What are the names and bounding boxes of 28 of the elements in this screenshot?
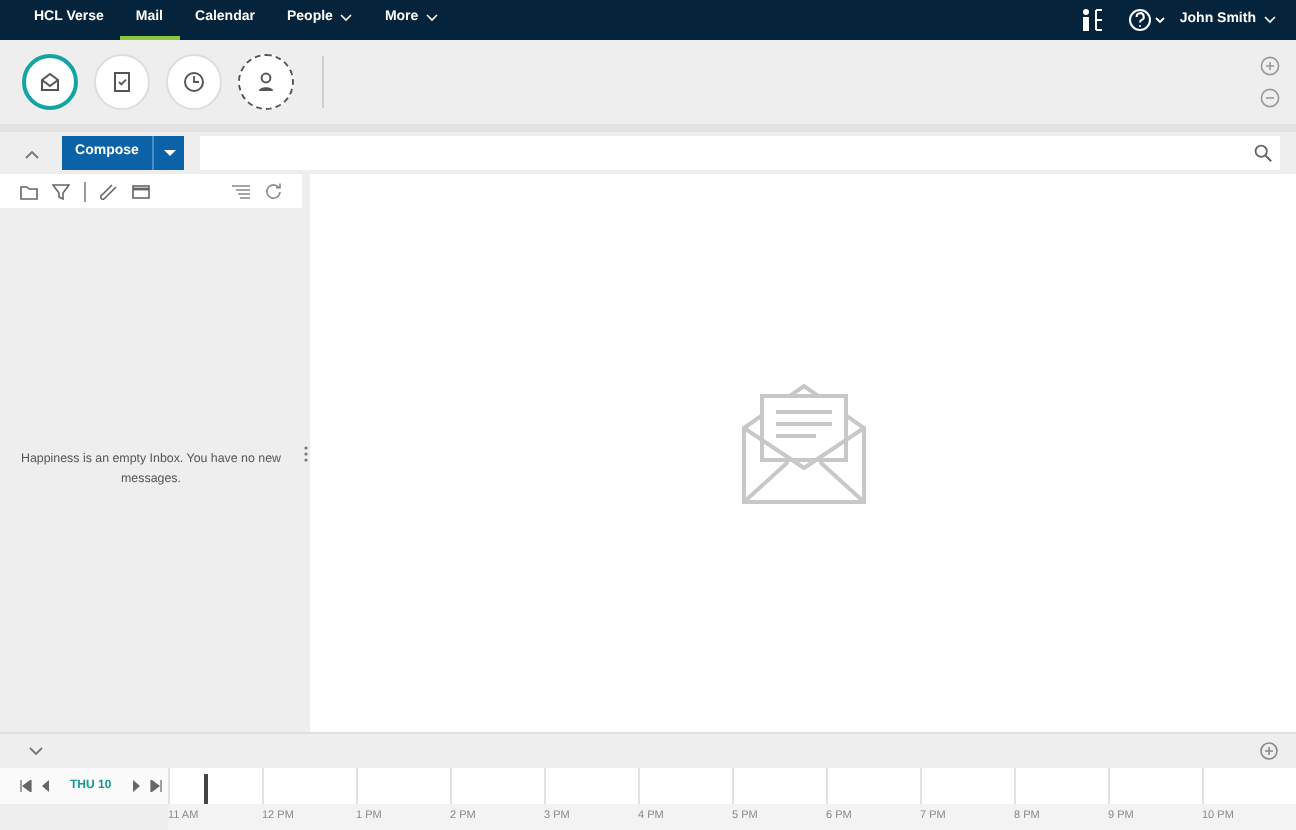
next-icon[interactable] — [131, 780, 142, 792]
bubble-button[interactable] — [238, 54, 294, 110]
previous-icon[interactable] — [40, 780, 50, 792]
clock-icon — [180, 68, 208, 96]
search-icon — [1254, 144, 1272, 162]
filter-icon[interactable] — [52, 183, 70, 199]
open-envelope-icon — [741, 383, 865, 503]
chevron-icon — [1264, 16, 1276, 24]
chevron-icon — [426, 14, 439, 22]
first-page-icon[interactable] — [20, 780, 32, 792]
caret-icon — [163, 149, 175, 157]
mail-icon — [36, 68, 64, 96]
collapse-icon[interactable] — [24, 147, 40, 159]
envelope-icon[interactable] — [132, 183, 150, 199]
compose-options-button[interactable] — [152, 136, 184, 170]
splitter-handle-icon[interactable] — [304, 445, 308, 461]
refresh-icon[interactable] — [264, 182, 282, 200]
bubble-button[interactable] — [22, 54, 78, 110]
help-icon[interactable] — [1127, 8, 1168, 32]
folder-icon[interactable] — [20, 183, 38, 199]
last-page-icon[interactable] — [149, 780, 162, 792]
search-field[interactable] — [200, 136, 1280, 170]
add-icon[interactable] — [1260, 742, 1278, 760]
chevron-icon — [340, 14, 353, 22]
clipboard-icon — [108, 68, 136, 96]
attachment-icon[interactable] — [100, 183, 118, 199]
expand-icon[interactable] — [28, 745, 44, 757]
current-time-marker — [204, 774, 208, 804]
